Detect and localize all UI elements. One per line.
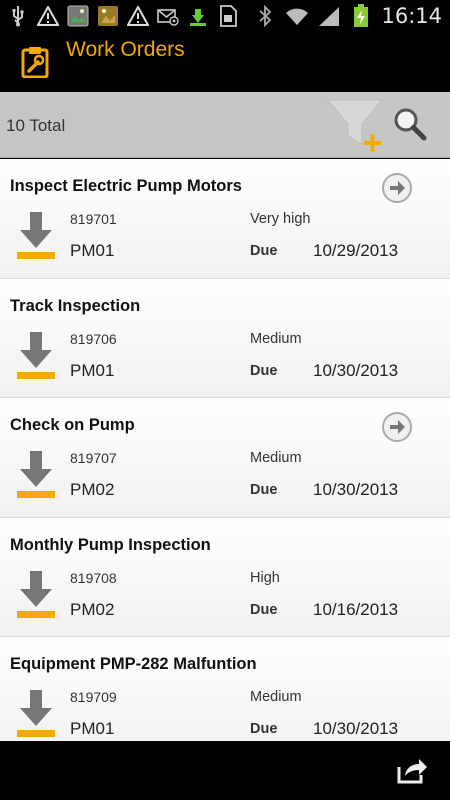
list-item[interactable]: Monthly Pump Inspection 819708 High PM02…	[0, 517, 450, 637]
action-bar: Work Orders	[0, 32, 450, 92]
due-label: Due	[250, 721, 278, 737]
system-icons: 16:14	[253, 3, 442, 29]
order-type: PM02	[70, 480, 115, 499]
wifi-icon	[285, 4, 309, 28]
work-order-number: 819707	[70, 450, 117, 466]
priority: Medium	[250, 689, 302, 705]
work-order-title: Check on Pump	[10, 416, 135, 434]
bluetooth-icon	[253, 4, 277, 28]
list-item[interactable]: Check on Pump 819707 Medium PM02 Due 10/…	[0, 398, 450, 518]
due-date: 10/30/2013	[313, 719, 399, 738]
due-date: 10/30/2013	[313, 360, 399, 380]
page-title: Work Orders	[66, 38, 185, 61]
due-date: 10/29/2013	[313, 241, 399, 260]
order-type: PM01	[70, 719, 115, 738]
clipboard-wrench-icon[interactable]	[20, 46, 50, 79]
work-order-title: Track Inspection	[10, 296, 141, 315]
battery-charging-icon	[349, 4, 373, 28]
download-icon	[186, 4, 210, 28]
usb-icon	[6, 4, 30, 28]
total-count: 10 Total	[6, 116, 66, 135]
due-label: Due	[250, 362, 278, 379]
work-order-number: 819701	[70, 211, 117, 227]
arrow-right-circle-icon[interactable]	[381, 411, 413, 443]
work-order-number: 819706	[70, 330, 117, 347]
list-item[interactable]: Inspect Electric Pump Motors 819701 Very…	[0, 159, 450, 279]
due-label: Due	[250, 243, 278, 259]
order-type: PM01	[70, 360, 115, 380]
work-order-title: Inspect Electric Pump Motors	[10, 177, 242, 195]
download-icon	[16, 330, 56, 382]
priority: High	[250, 569, 280, 586]
work-order-title: Equipment PMP-282 Malfuntion	[10, 655, 257, 673]
download-icon	[16, 210, 56, 262]
status-bar: 16:14	[0, 0, 450, 32]
priority: Medium	[250, 330, 302, 347]
due-label: Due	[250, 482, 278, 498]
warning-icon	[36, 4, 60, 28]
list-item[interactable]: Equipment PMP-282 Malfuntion 819709 Medi…	[0, 637, 450, 741]
due-date: 10/16/2013	[313, 599, 399, 619]
photo-warning-icon	[96, 4, 120, 28]
download-icon	[16, 569, 56, 621]
priority: Very high	[250, 211, 311, 227]
search-icon[interactable]	[390, 104, 430, 144]
email-icon	[156, 4, 180, 28]
summary-bar: 10 Total	[0, 92, 450, 158]
clock: 16:14	[381, 4, 442, 28]
due-label: Due	[250, 601, 278, 618]
due-date: 10/30/2013	[313, 480, 399, 499]
work-order-number: 819709	[70, 689, 117, 705]
share-icon[interactable]	[396, 755, 428, 785]
order-type: PM02	[70, 599, 115, 619]
work-order-title: Monthly Pump Inspection	[10, 535, 211, 554]
priority: Medium	[250, 450, 302, 466]
work-order-number: 819708	[70, 569, 117, 586]
work-order-list[interactable]: Inspect Electric Pump Motors 819701 Very…	[0, 159, 450, 741]
download-icon	[16, 449, 56, 501]
download-icon	[16, 688, 56, 740]
signal-icon	[317, 4, 341, 28]
bottom-bar	[0, 741, 450, 800]
notification-icons	[6, 4, 240, 28]
warning-icon	[126, 4, 150, 28]
arrow-right-circle-icon[interactable]	[381, 172, 413, 204]
order-type: PM01	[70, 241, 115, 260]
list-item[interactable]: Track Inspection 819706 Medium PM01 Due …	[0, 278, 450, 398]
sim-card-icon	[216, 4, 240, 28]
image-icon	[66, 4, 90, 28]
funnel-add-icon[interactable]	[326, 94, 386, 154]
